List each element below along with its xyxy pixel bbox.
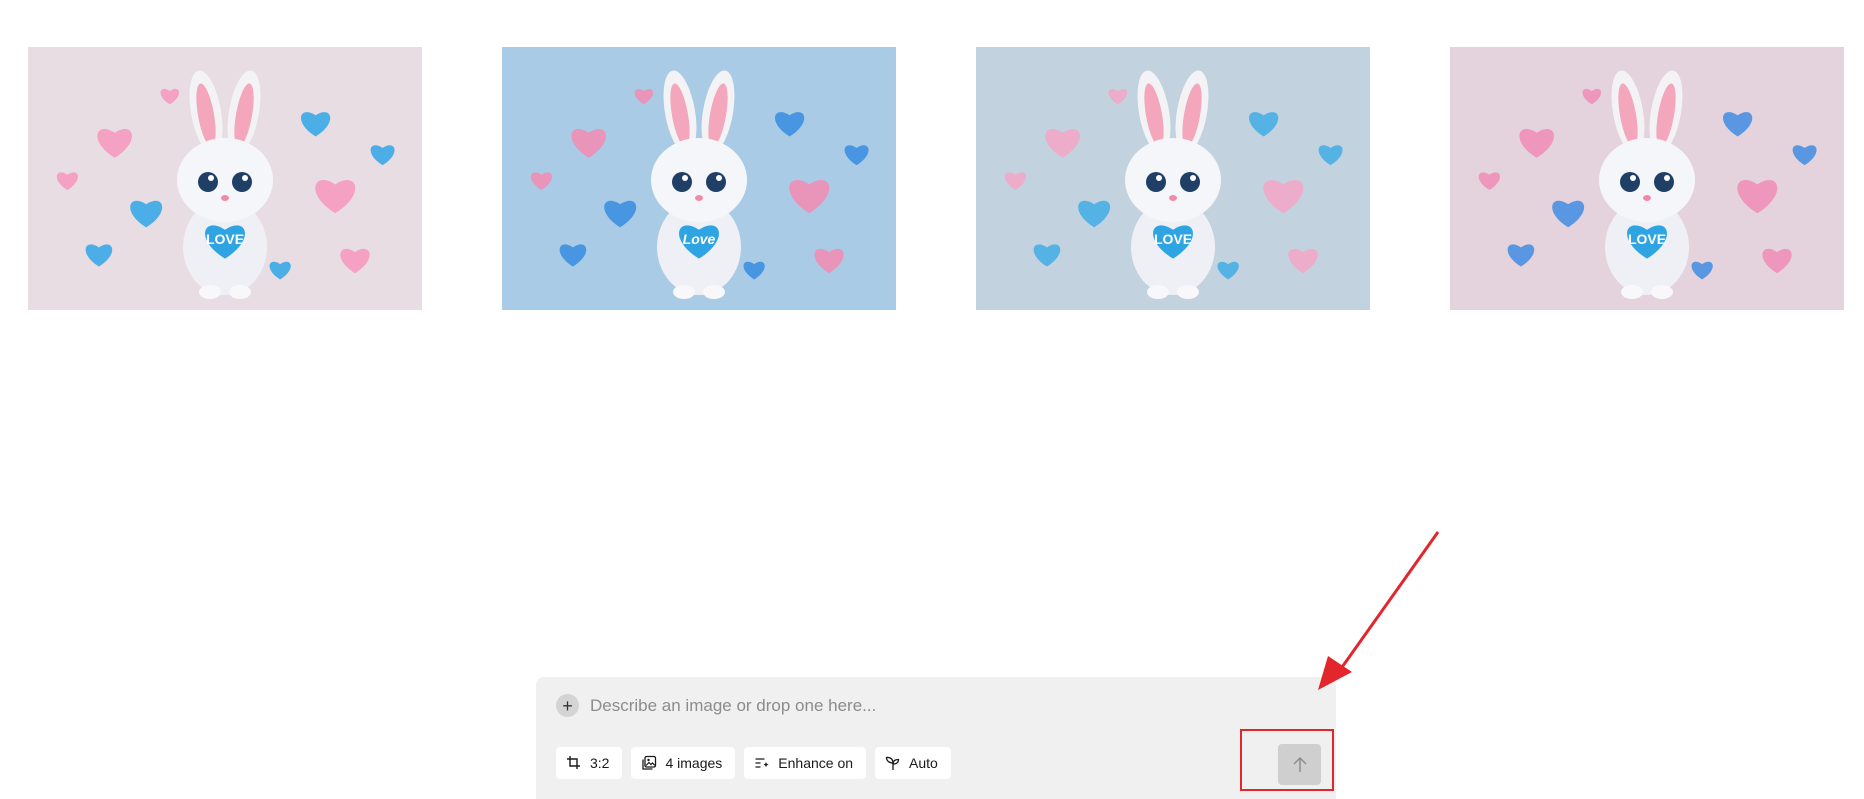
prompt-input[interactable] xyxy=(588,691,1232,721)
aspect-ratio-label: 3:2 xyxy=(590,755,610,771)
enhance-label: Enhance on xyxy=(778,755,854,771)
generation-options: 3:2 4 images Enhance on Auto xyxy=(556,747,951,779)
enhance-icon xyxy=(755,758,769,768)
image-caption-text: LOVE xyxy=(206,231,244,247)
image-caption-text: LOVE xyxy=(1154,231,1192,247)
image-count-label: 4 images xyxy=(665,755,723,771)
arrow-up-icon xyxy=(1293,756,1306,772)
aspect-ratio-button[interactable]: 3:2 xyxy=(556,747,623,779)
image-caption-text: LOVE xyxy=(1628,231,1666,247)
plus-icon: + xyxy=(562,695,573,716)
crop-icon xyxy=(567,756,580,769)
prompt-composer: + 3:2 4 images Enhance on xyxy=(536,677,1336,799)
generated-image-1[interactable]: LOVE xyxy=(28,47,422,310)
enhance-toggle-button[interactable]: Enhance on xyxy=(744,747,867,779)
generated-image-2[interactable]: Love xyxy=(502,47,896,310)
style-auto-button[interactable]: Auto xyxy=(875,747,951,779)
style-label: Auto xyxy=(909,755,938,771)
generated-image-4[interactable]: LOVE xyxy=(1450,47,1844,310)
add-image-button[interactable]: + xyxy=(556,694,579,717)
generated-image-3[interactable]: LOVE xyxy=(976,47,1370,310)
image-count-button[interactable]: 4 images xyxy=(631,747,736,779)
sprout-icon xyxy=(885,756,900,770)
send-button[interactable] xyxy=(1278,744,1321,785)
image-caption-text: Love xyxy=(683,231,716,247)
image-gallery: LOVE Love LOVE LOVE xyxy=(0,0,1864,320)
annotation-arrow-icon xyxy=(1318,531,1440,690)
images-icon xyxy=(642,755,657,770)
